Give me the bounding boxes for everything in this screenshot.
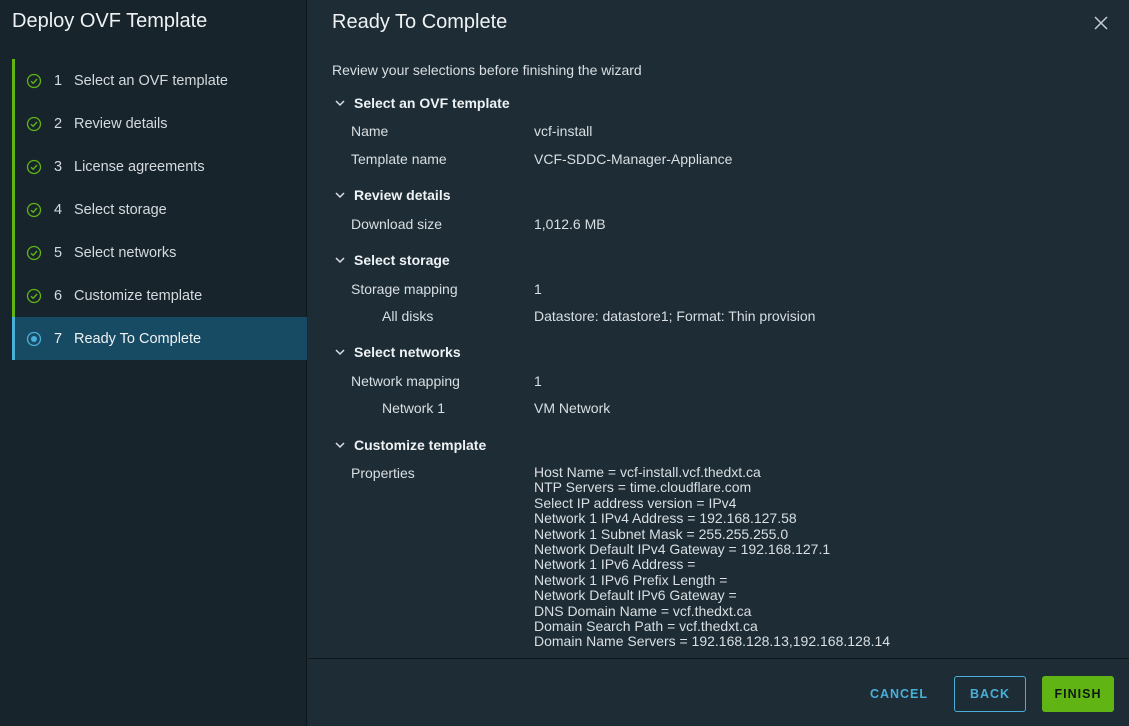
property-line: Network 1 IPv4 Address = 192.168.127.58 xyxy=(534,510,797,527)
section-toggle-customize-template[interactable]: Customize template xyxy=(334,437,486,453)
property-line: Network 1 Subnet Mask = 255.255.255.0 xyxy=(534,525,789,542)
template-name-value: VCF-SDDC-Manager-Appliance xyxy=(534,151,733,167)
page-title: Ready To Complete xyxy=(332,11,508,33)
step-label: Select storage xyxy=(74,201,167,218)
step-label: Review details xyxy=(74,115,168,132)
step-label: Customize template xyxy=(74,287,203,304)
property-line: NTP Servers = time.cloudflare.com xyxy=(534,479,752,496)
section-title: Review details xyxy=(354,187,451,203)
check-circle-icon xyxy=(26,288,42,304)
network-1-value: VM Network xyxy=(534,400,611,416)
properties-list: Host Name = vcf-install.vcf.thedxt.ca NT… xyxy=(534,464,891,650)
back-button[interactable]: BACK xyxy=(954,676,1026,712)
property-line: DNS Domain Name = vcf.thedxt.ca xyxy=(534,602,752,619)
close-icon[interactable] xyxy=(1092,14,1110,32)
property-line: Network 1 IPv6 Prefix Length = xyxy=(534,571,728,588)
wizard-steps: 1 Select an OVF template 2 Review detail… xyxy=(12,59,307,360)
name-value: vcf-install xyxy=(534,123,593,139)
property-line: Host Name = vcf-install.vcf.thedxt.ca xyxy=(534,464,761,480)
section-toggle-select-storage[interactable]: Select storage xyxy=(334,252,450,268)
property-line: Network Default IPv6 Gateway = xyxy=(534,587,737,604)
storage-mapping-label: Storage mapping xyxy=(351,281,458,297)
section-title: Select storage xyxy=(354,252,450,268)
step-select-networks[interactable]: 5 Select networks xyxy=(12,231,307,274)
property-line: Network 1 IPv6 Address = xyxy=(534,556,696,573)
property-line: Domain Search Path = vcf.thedxt.ca xyxy=(534,618,758,635)
cancel-button[interactable]: CANCEL xyxy=(868,676,930,712)
section-toggle-review-details[interactable]: Review details xyxy=(334,187,451,203)
wizard-footer: CANCEL BACK FINISH xyxy=(308,658,1129,726)
step-select-ovf-template[interactable]: 1 Select an OVF template xyxy=(12,59,307,102)
step-number: 5 xyxy=(54,244,63,261)
property-line: Domain Name Servers = 192.168.128.13,192… xyxy=(534,633,891,650)
section-title: Customize template xyxy=(354,437,487,453)
download-size-label: Download size xyxy=(351,216,443,232)
section-title: Select an OVF template xyxy=(354,95,510,111)
step-select-storage[interactable]: 4 Select storage xyxy=(12,188,307,231)
step-ready-to-complete[interactable]: 7 Ready To Complete xyxy=(12,317,307,360)
chevron-down-icon xyxy=(335,442,345,449)
chevron-down-icon xyxy=(335,349,345,356)
step-label: Select an OVF template xyxy=(74,72,228,89)
finish-button[interactable]: FINISH xyxy=(1042,676,1114,712)
name-label: Name xyxy=(351,123,389,139)
step-label: Ready To Complete xyxy=(74,330,202,347)
chevron-down-icon xyxy=(335,100,345,107)
check-circle-icon xyxy=(26,202,42,218)
step-review-details[interactable]: 2 Review details xyxy=(12,102,307,145)
properties-label: Properties xyxy=(351,465,415,481)
wizard-title: Deploy OVF Template xyxy=(12,10,208,32)
check-circle-icon xyxy=(26,73,42,89)
section-toggle-select-ovf-template[interactable]: Select an OVF template xyxy=(334,95,510,111)
download-size-value: 1,012.6 MB xyxy=(534,216,606,232)
chevron-down-icon xyxy=(335,257,345,264)
step-number: 3 xyxy=(54,158,63,175)
property-line: Select IP address version = IPv4 xyxy=(534,494,737,511)
step-number: 7 xyxy=(54,330,63,347)
all-disks-label: All disks xyxy=(382,308,434,324)
step-license-agreements[interactable]: 3 License agreements xyxy=(12,145,307,188)
wizard-main-panel: Ready To Complete Review your selections… xyxy=(308,0,1129,726)
chevron-down-icon xyxy=(335,192,345,199)
dot-circle-icon xyxy=(26,331,42,347)
step-number: 1 xyxy=(54,72,63,89)
network-mapping-value: 1 xyxy=(534,373,542,389)
property-line: Network Default IPv4 Gateway = 192.168.1… xyxy=(534,541,831,558)
review-content[interactable]: Review your selections before finishing … xyxy=(332,60,1112,658)
network-1-label: Network 1 xyxy=(382,400,446,416)
network-mapping-label: Network mapping xyxy=(351,373,460,389)
storage-mapping-value: 1 xyxy=(534,281,542,297)
check-circle-icon xyxy=(26,159,42,175)
step-label: License agreements xyxy=(74,158,205,175)
section-toggle-select-networks[interactable]: Select networks xyxy=(334,344,461,360)
step-number: 6 xyxy=(54,287,63,304)
step-customize-template[interactable]: 6 Customize template xyxy=(12,274,307,317)
intro-text: Review your selections before finishing … xyxy=(332,62,642,78)
step-number: 2 xyxy=(54,115,63,132)
step-number: 4 xyxy=(54,201,63,218)
check-circle-icon xyxy=(26,116,42,132)
wizard-sidebar: Deploy OVF Template 1 Select an OVF temp… xyxy=(0,0,307,726)
template-name-label: Template name xyxy=(351,151,447,167)
step-label: Select networks xyxy=(74,244,177,261)
check-circle-icon xyxy=(26,245,42,261)
all-disks-value: Datastore: datastore1; Format: Thin prov… xyxy=(534,308,816,324)
section-title: Select networks xyxy=(354,344,461,360)
